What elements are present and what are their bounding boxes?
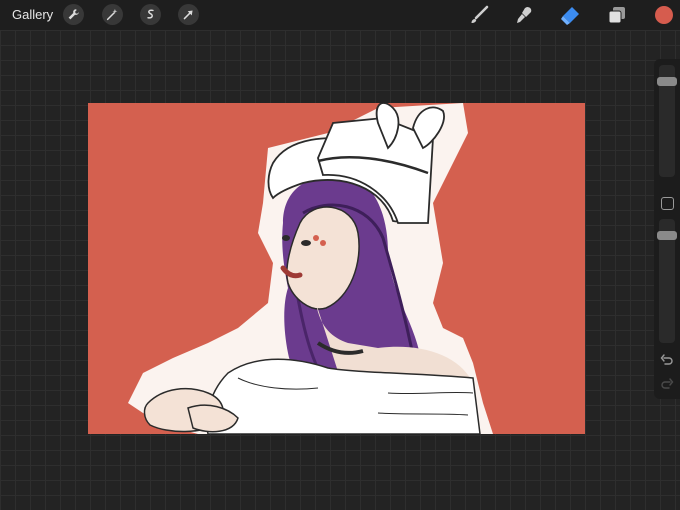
eraser-icon (561, 7, 579, 25)
transform-arrow-icon (183, 10, 193, 20)
magic-wand-icon (106, 8, 118, 21)
artwork-illustration (88, 103, 585, 434)
modify-button[interactable] (661, 197, 674, 210)
smudge-icon (517, 7, 532, 23)
layers-icon (608, 7, 625, 24)
smudge-tool[interactable] (513, 4, 535, 26)
actions-button[interactable] (63, 4, 84, 25)
brush-size-knob[interactable] (657, 77, 677, 87)
layers-tool[interactable] (606, 4, 628, 26)
brush-tool[interactable] (468, 4, 490, 26)
color-picker-button[interactable] (655, 6, 673, 24)
selection-icon (147, 9, 154, 19)
brush-icon (471, 5, 489, 23)
right-sidebar (654, 59, 680, 399)
wrench-icon (68, 9, 79, 20)
undo-icon[interactable] (660, 353, 674, 367)
adjustments-button[interactable] (102, 4, 123, 25)
top-toolbar: Gallery (0, 0, 680, 30)
transform-button[interactable] (178, 4, 199, 25)
redo-icon[interactable] (660, 377, 674, 391)
opacity-knob[interactable] (657, 231, 677, 240)
selection-button[interactable] (140, 4, 161, 25)
drawing-canvas[interactable] (88, 103, 585, 434)
gallery-button[interactable]: Gallery (12, 7, 53, 22)
eraser-tool[interactable] (559, 4, 581, 26)
